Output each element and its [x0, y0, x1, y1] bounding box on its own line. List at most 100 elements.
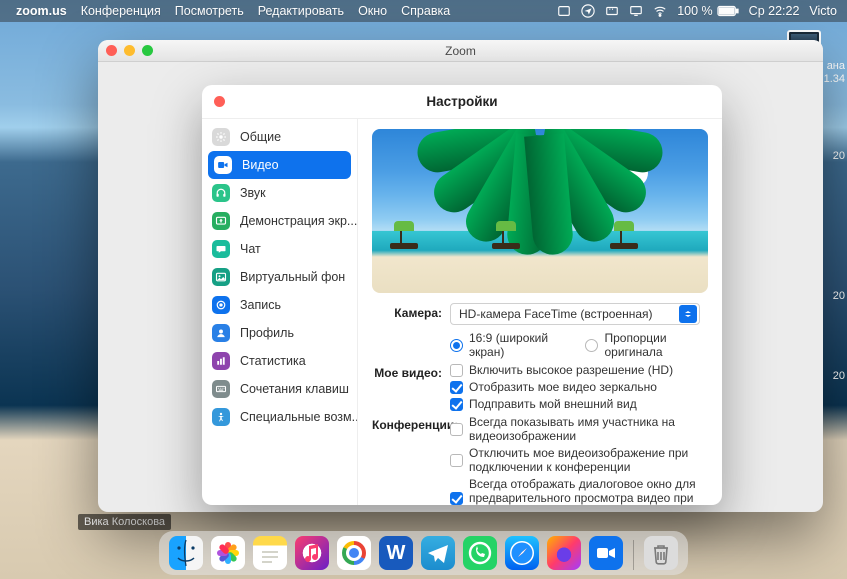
share-screen-icon: [212, 212, 230, 230]
settings-header[interactable]: Настройки: [202, 85, 722, 119]
sidebar-item-shortcuts[interactable]: Сочетания клавиш: [202, 375, 357, 403]
accessibility-icon: [212, 408, 230, 426]
sidebar-item-label: Специальные возм...: [240, 410, 357, 424]
status-telegram-icon[interactable]: [581, 4, 595, 18]
menu-help[interactable]: Справка: [401, 4, 450, 18]
user-icon: [212, 324, 230, 342]
sidebar-item-label: Статистика: [240, 354, 306, 368]
zoom-titlebar[interactable]: Zoom: [98, 40, 823, 62]
checkbox-icon: [450, 381, 463, 394]
sidebar-item-label: Видео: [242, 158, 279, 172]
sidebar-item-audio[interactable]: Звук: [202, 179, 357, 207]
settings-dialog: Настройки Общие Видео Звук Демонстрация …: [202, 85, 722, 505]
dock-notes-icon[interactable]: [253, 536, 287, 570]
dock-telegram-icon[interactable]: [421, 536, 455, 570]
checkbox-icon: [450, 364, 463, 377]
desktop-side-num: 20: [833, 150, 845, 162]
checkbox-icon: [450, 492, 463, 505]
chat-icon: [212, 240, 230, 258]
sidebar-item-video[interactable]: Видео: [208, 151, 351, 179]
keyboard-icon: [212, 380, 230, 398]
sidebar-item-statistics[interactable]: Статистика: [202, 347, 357, 375]
dock-word-icon[interactable]: W: [379, 536, 413, 570]
opt-preview-dialog[interactable]: Всегда отображать диалоговое окно для пр…: [450, 477, 708, 505]
menu-window[interactable]: Окно: [358, 4, 387, 18]
opt-enable-hd[interactable]: Включить высокое разрешение (HD): [450, 363, 708, 377]
status-battery[interactable]: 100 %: [677, 4, 738, 18]
close-icon[interactable]: [106, 45, 117, 56]
sidebar-item-accessibility[interactable]: Специальные возм...: [202, 403, 357, 431]
opt-touchup[interactable]: Подправить мой внешний вид: [450, 397, 708, 411]
desktop-side-num: 20: [833, 370, 845, 382]
image-icon: [212, 268, 230, 286]
camera-label: Камера:: [372, 303, 450, 320]
conferences-label: Конференции:: [372, 415, 450, 432]
menu-edit[interactable]: Редактировать: [258, 4, 344, 18]
menu-view[interactable]: Посмотреть: [175, 4, 244, 18]
battery-percent: 100 %: [677, 4, 712, 18]
radio-icon: [450, 339, 463, 352]
sidebar-item-label: Общие: [240, 130, 281, 144]
status-wifi-icon[interactable]: [653, 4, 667, 18]
close-icon[interactable]: [214, 96, 225, 107]
zoom-window-title: Zoom: [445, 44, 476, 58]
dock-chrome-icon[interactable]: [337, 536, 371, 570]
status-box-icon[interactable]: [557, 4, 571, 18]
menubar: zoom.us Конференция Посмотреть Редактиро…: [0, 0, 847, 22]
aspect-original-radio[interactable]: Пропорции оригинала: [585, 331, 708, 359]
dock-finder-icon[interactable]: [169, 536, 203, 570]
sidebar-item-virtual-bg[interactable]: Виртуальный фон: [202, 263, 357, 291]
dock-trash-icon[interactable]: [644, 536, 678, 570]
aspect-wide-radio[interactable]: 16:9 (широкий экран): [450, 331, 567, 359]
sidebar-item-label: Виртуальный фон: [240, 270, 345, 284]
sidebar-item-share[interactable]: Демонстрация экр...: [202, 207, 357, 235]
sidebar-item-chat[interactable]: Чат: [202, 235, 357, 263]
record-icon: [212, 296, 230, 314]
desktop-side-info: ана1.34: [824, 60, 845, 86]
dock-zoom-icon[interactable]: [589, 536, 623, 570]
status-clock[interactable]: Ср 22:22: [749, 4, 800, 18]
status-display-icon[interactable]: [629, 4, 643, 18]
radio-icon: [585, 339, 598, 352]
sidebar-item-general[interactable]: Общие: [202, 123, 357, 151]
checkbox-icon: [450, 398, 463, 411]
sidebar-item-label: Демонстрация экр...: [240, 214, 357, 228]
chart-icon: [212, 352, 230, 370]
fullscreen-icon[interactable]: [142, 45, 153, 56]
sidebar-item-label: Звук: [240, 186, 266, 200]
checkbox-icon: [450, 454, 463, 467]
sidebar-item-label: Профиль: [240, 326, 294, 340]
settings-title: Настройки: [426, 94, 497, 109]
checkbox-icon: [450, 423, 463, 436]
dock: W: [0, 531, 847, 575]
status-user[interactable]: Victo: [809, 4, 837, 18]
sidebar-item-label: Сочетания клавиш: [240, 382, 349, 396]
dock-music-icon[interactable]: [295, 536, 329, 570]
sidebar-item-label: Чат: [240, 242, 261, 256]
window-controls: [106, 45, 153, 56]
myvideo-label: Мое видео:: [372, 363, 450, 380]
headphones-icon: [212, 184, 230, 202]
participant-name-tag: Вика Колоскова: [78, 514, 171, 530]
menubar-app[interactable]: zoom.us: [16, 4, 67, 18]
sidebar-item-recording[interactable]: Запись: [202, 291, 357, 319]
settings-sidebar: Общие Видео Звук Демонстрация экр... Чат…: [202, 119, 358, 505]
opt-show-names[interactable]: Всегда показывать имя участника на видео…: [450, 415, 708, 443]
opt-mirror[interactable]: Отобразить мое видео зеркально: [450, 380, 708, 394]
video-icon: [214, 156, 232, 174]
chevron-up-down-icon: [679, 305, 697, 323]
camera-select-value: HD-камера FaceTime (встроенная): [459, 307, 653, 321]
sidebar-item-profile[interactable]: Профиль: [202, 319, 357, 347]
desktop-side-num: 20: [833, 290, 845, 302]
camera-select[interactable]: HD-камера FaceTime (встроенная): [450, 303, 700, 325]
dock-firefox-icon[interactable]: [547, 536, 581, 570]
opt-off-on-join[interactable]: Отключить мое видеоизображение при подкл…: [450, 446, 708, 474]
dock-separator: [633, 540, 634, 570]
dock-safari-icon[interactable]: [505, 536, 539, 570]
dock-photos-icon[interactable]: [211, 536, 245, 570]
menu-conference[interactable]: Конференция: [81, 4, 161, 18]
minimize-icon[interactable]: [124, 45, 135, 56]
settings-content: Камера: HD-камера FaceTime (встроенная) …: [358, 119, 722, 505]
status-input-icon[interactable]: [605, 4, 619, 18]
dock-whatsapp-icon[interactable]: [463, 536, 497, 570]
